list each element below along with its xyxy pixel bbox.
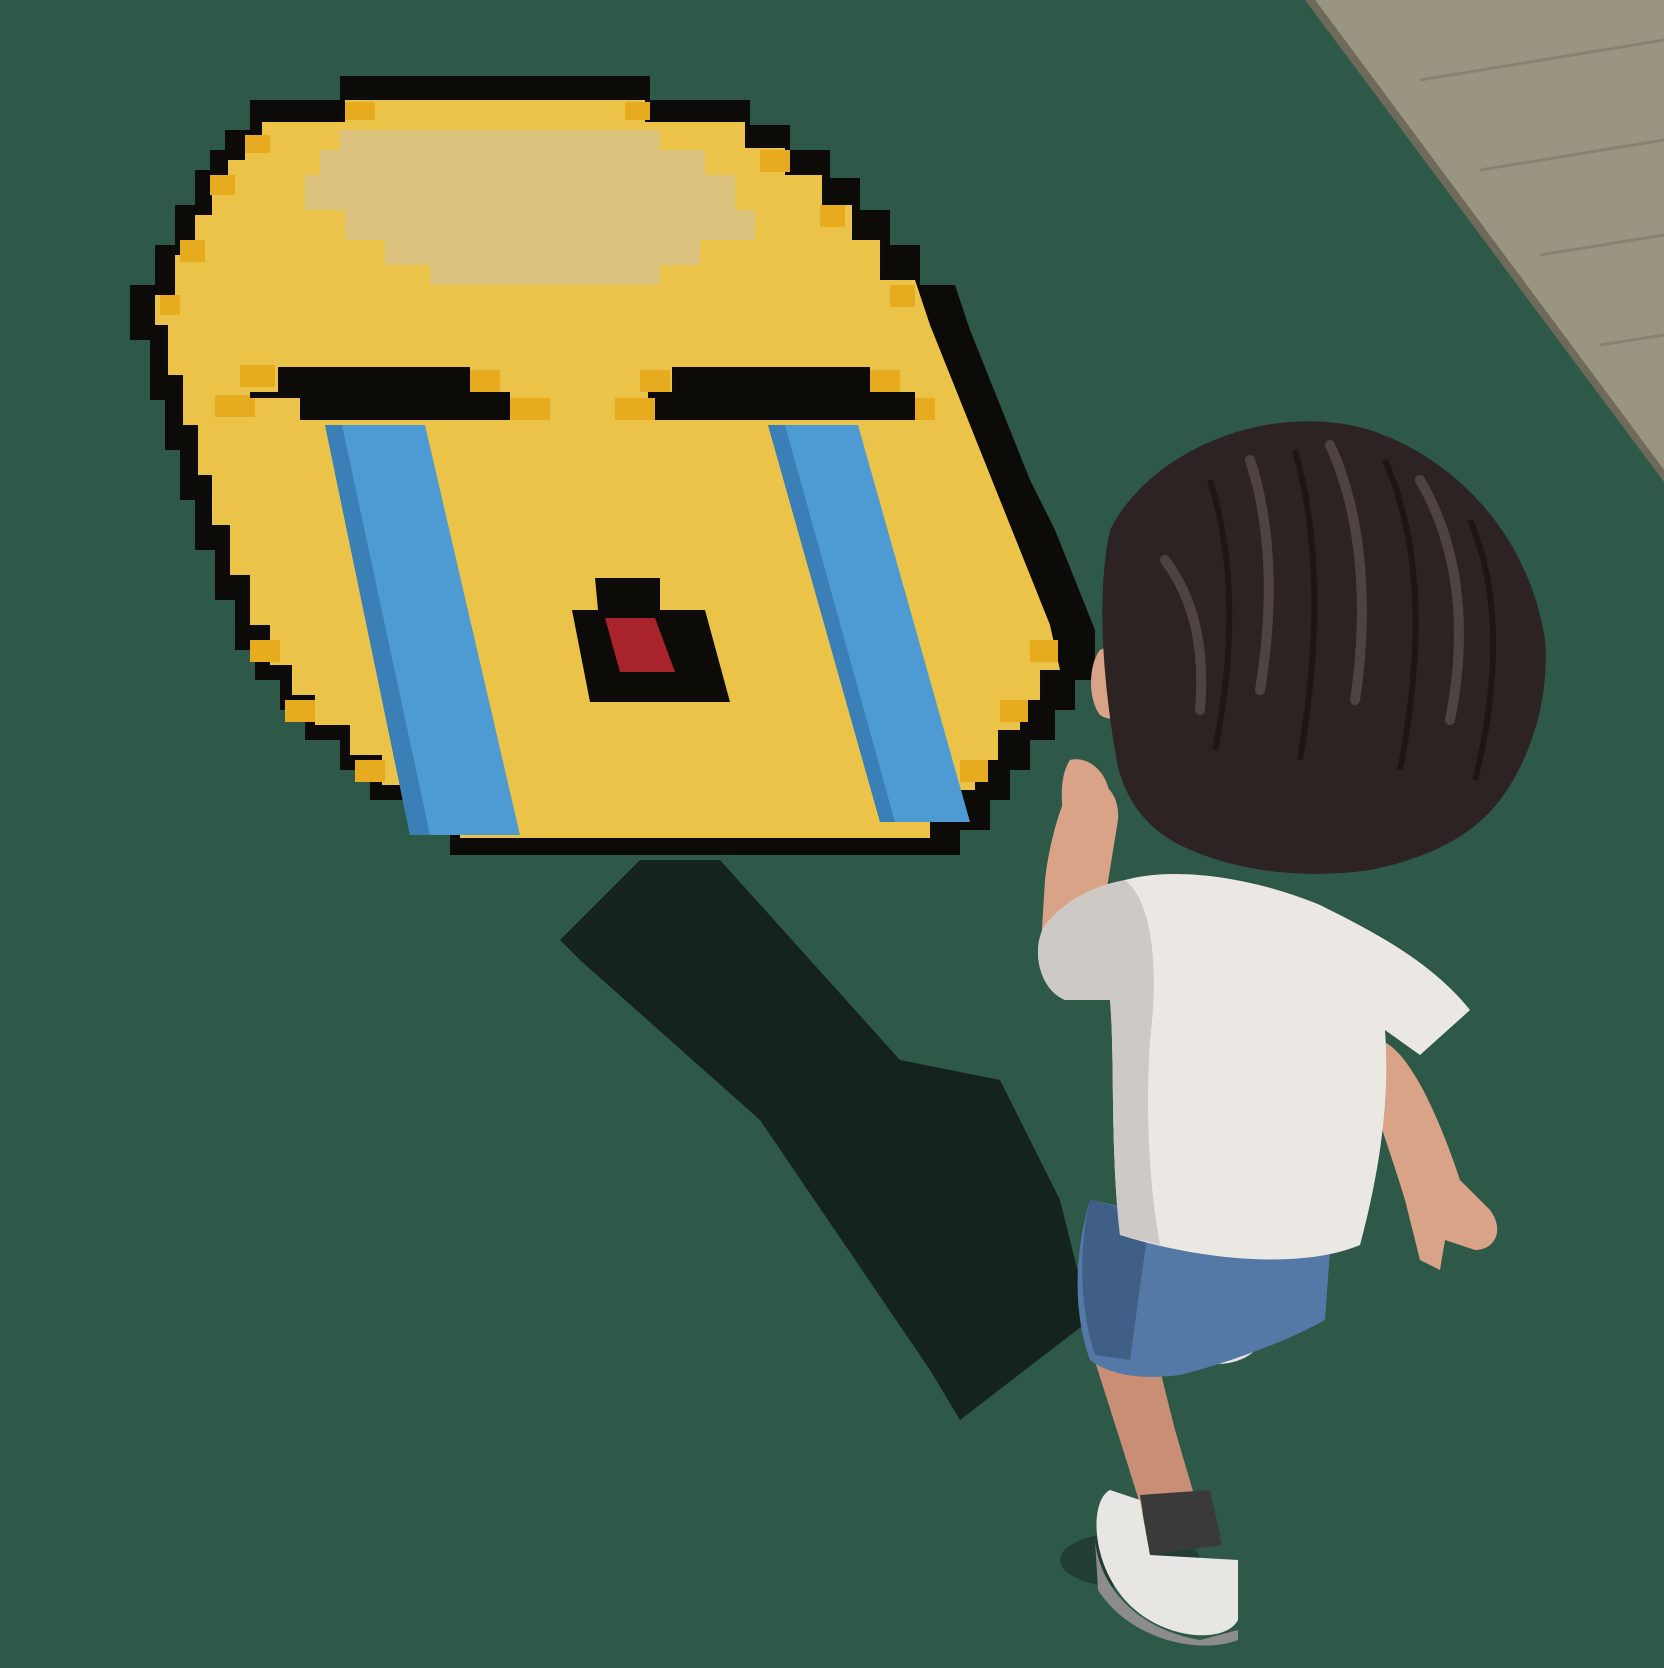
game-scene <box>0 0 1664 1668</box>
game-viewport[interactable] <box>0 0 1664 1668</box>
avatar-sock <box>1140 1490 1222 1555</box>
